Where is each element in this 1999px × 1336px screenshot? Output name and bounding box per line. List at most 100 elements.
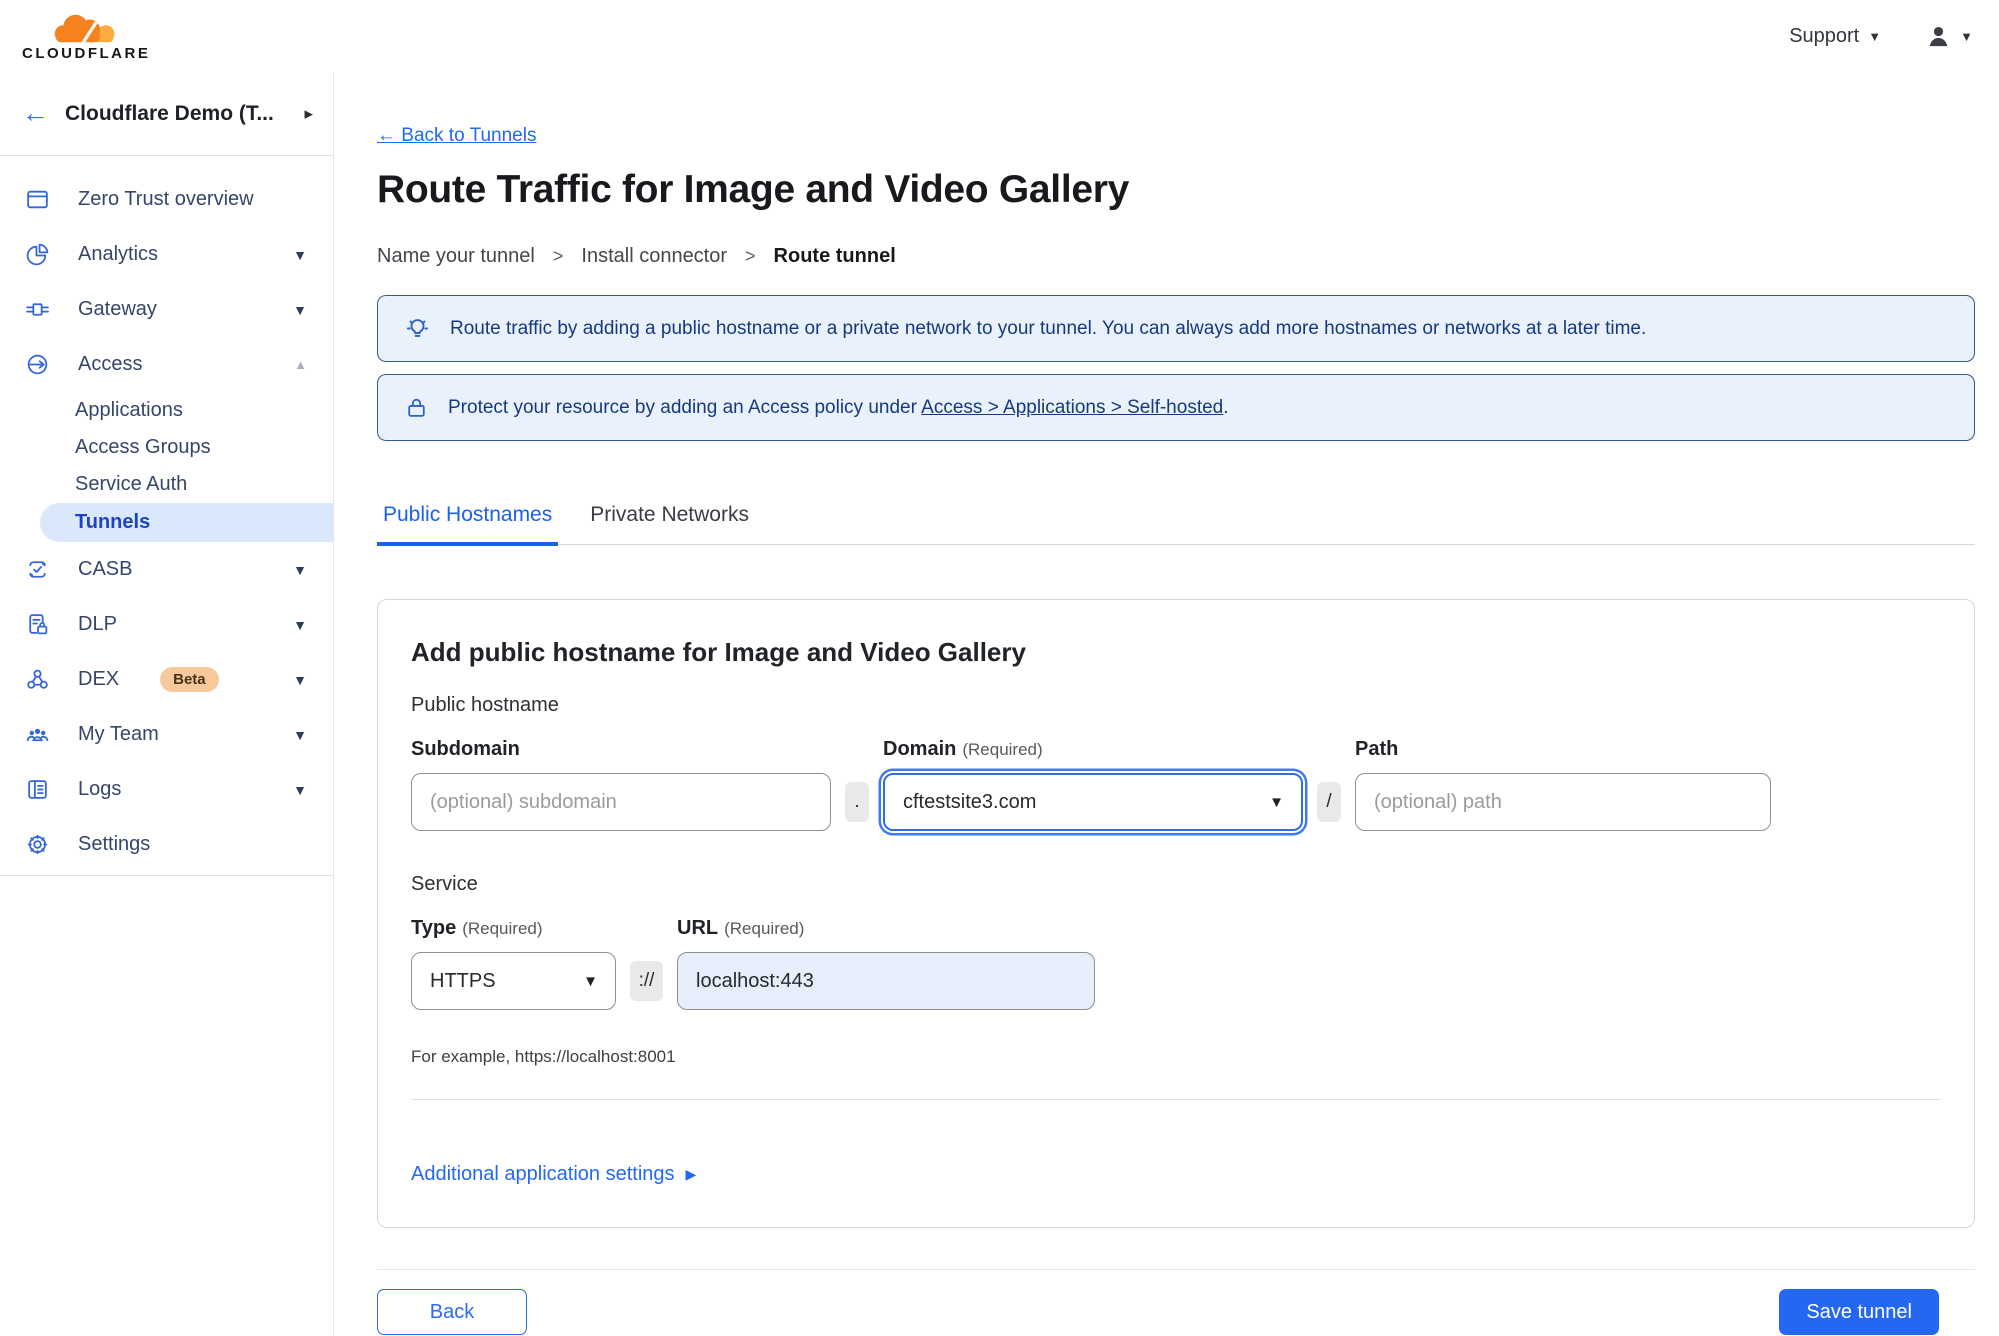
account-menu[interactable]: ▼ [1925, 23, 1973, 50]
sidebar-item-label: CASB [78, 558, 133, 580]
subdomain-input[interactable] [411, 773, 831, 831]
sidebar-item-casb[interactable]: CASB ▼ [0, 542, 333, 597]
path-label: Path [1355, 738, 1399, 760]
sidebar-item-logs[interactable]: Logs ▼ [0, 762, 333, 817]
casb-check-loop-icon [24, 556, 51, 583]
sidebar-subitem-label: Access Groups [75, 436, 211, 458]
chevron-down-icon: ▼ [1960, 28, 1973, 44]
service-label: Service [411, 873, 478, 895]
chevron-down-icon: ▼ [293, 671, 307, 688]
public-hostname-label: Public hostname [411, 694, 559, 716]
window-icon [24, 186, 51, 213]
type-label-text: Type [411, 917, 457, 939]
page-title: Route Traffic for Image and Video Galler… [377, 168, 1130, 211]
chevron-right-icon[interactable]: ▸ [304, 104, 313, 124]
domain-label-text: Domain [883, 738, 957, 760]
sidebar-item-analytics[interactable]: Analytics ▼ [0, 227, 333, 282]
back-to-tunnels-link[interactable]: ← Back to Tunnels [377, 125, 536, 147]
sidebar-item-label: Gateway [78, 298, 157, 320]
sidebar-item-dlp[interactable]: DLP ▼ [0, 597, 333, 652]
dot-separator: . [845, 782, 869, 822]
tip-banner: Route traffic by adding a public hostnam… [377, 295, 1975, 362]
sidebar-account-header: ← Cloudflare Demo (T... ▸ [0, 72, 333, 156]
breadcrumb-step-name-tunnel[interactable]: Name your tunnel [377, 245, 535, 268]
cloudflare-logo: CLOUDFLARE [22, 11, 150, 62]
sidebar-item-label: My Team [78, 723, 159, 745]
sidebar-item-label: Zero Trust overview [78, 188, 254, 210]
tab-bar: Public Hostnames Private Networks [377, 503, 1975, 546]
user-icon [1929, 26, 1948, 46]
sidebar-item-label: DEX [78, 668, 120, 690]
chevron-down-icon: ▼ [583, 972, 598, 990]
lock-icon [408, 398, 425, 417]
chevron-down-icon: ▼ [293, 246, 307, 263]
support-menu[interactable]: Support ▼ [1789, 25, 1881, 48]
type-label: Type (Required) [411, 917, 616, 940]
back-button[interactable]: Back [377, 1289, 527, 1335]
breadcrumb-step-install-connector[interactable]: Install connector [581, 245, 727, 268]
chevron-down-icon: ▼ [293, 616, 307, 633]
access-applications-self-hosted-link[interactable]: Access > Applications > Self-hosted [921, 397, 1223, 418]
domain-select[interactable]: cftestsite3.com ▼ [883, 773, 1303, 831]
required-hint: (Required) [724, 919, 805, 938]
breadcrumb-separator: > [552, 246, 564, 266]
logs-icon [24, 776, 51, 803]
tab-public-hostnames[interactable]: Public Hostnames [377, 503, 559, 546]
url-input[interactable] [677, 952, 1095, 1010]
sidebar-item-service-auth[interactable]: Service Auth [0, 466, 333, 503]
main-content: ← Back to Tunnels Route Traffic for Imag… [334, 72, 1999, 1336]
sidebar-item-label: DLP [78, 613, 117, 635]
sidebar-item-applications[interactable]: Applications [0, 392, 333, 429]
additional-settings-toggle[interactable]: Additional application settings ▶ [411, 1163, 696, 1186]
sidebar-item-my-team[interactable]: My Team ▼ [0, 707, 333, 762]
chevron-down-icon: ▼ [1269, 793, 1284, 811]
access-policy-banner: Protect your resource by adding an Acces… [377, 374, 1975, 441]
slash-separator: / [1317, 782, 1341, 822]
sidebar-nav: Zero Trust overview Analytics ▼ Gateway … [0, 156, 333, 872]
sidebar-item-tunnels[interactable]: Tunnels [40, 503, 333, 542]
sidebar-item-zero-trust-overview[interactable]: Zero Trust overview [0, 172, 333, 227]
lightbulb-icon [406, 319, 429, 337]
chevron-down-icon: ▼ [293, 726, 307, 743]
domain-label: Domain (Required) [883, 738, 1303, 761]
sidebar-item-label: Analytics [78, 243, 159, 265]
service-type-value: HTTPS [430, 969, 496, 992]
domain-select-value: cftestsite3.com [903, 790, 1037, 813]
gateway-icon [24, 296, 51, 323]
top-header: CLOUDFLARE Support ▼ ▼ [0, 0, 1999, 72]
sidebar: ← Cloudflare Demo (T... ▸ Zero Trust ove… [0, 72, 334, 1336]
chevron-down-icon: ▼ [293, 301, 307, 318]
access-icon [24, 351, 51, 378]
card-divider [411, 1099, 1941, 1100]
subdomain-label: Subdomain [411, 738, 520, 760]
sidebar-item-gateway[interactable]: Gateway ▼ [0, 282, 333, 337]
path-input[interactable] [1355, 773, 1771, 831]
public-hostname-card: Add public hostname for Image and Video … [377, 599, 1975, 1228]
cloudflare-cloud-icon [54, 14, 115, 44]
sidebar-item-settings[interactable]: Settings [0, 817, 333, 872]
chevron-down-icon: ▼ [293, 561, 307, 578]
sidebar-item-label: Access [78, 353, 143, 375]
banner-text-suffix: . [1223, 396, 1229, 418]
footer-actions: Back Save tunnel [377, 1269, 1975, 1335]
tip-banner-text: Route traffic by adding a public hostnam… [450, 317, 1647, 339]
breadcrumb: Name your tunnel > Install connector > R… [377, 245, 1975, 268]
sidebar-item-access[interactable]: Access ▲ [0, 337, 333, 392]
access-policy-banner-text: Protect your resource by adding an Acces… [448, 397, 1229, 419]
breadcrumb-step-route-tunnel: Route tunnel [773, 245, 896, 267]
banner-text-prefix: Protect your resource by adding an Acces… [448, 396, 917, 418]
chevron-up-icon: ▲ [294, 357, 307, 372]
save-tunnel-button[interactable]: Save tunnel [1779, 1289, 1939, 1335]
chevron-right-icon: ▶ [685, 1166, 697, 1182]
account-name[interactable]: Cloudflare Demo (T... [65, 102, 288, 126]
sidebar-item-dex[interactable]: DEX Beta ▼ [0, 652, 333, 707]
url-label-text: URL [677, 917, 719, 939]
additional-settings-label: Additional application settings [411, 1163, 675, 1185]
tab-private-networks[interactable]: Private Networks [584, 503, 755, 544]
card-heading: Add public hostname for Image and Video … [411, 637, 1026, 667]
support-label: Support [1789, 24, 1860, 47]
back-arrow-icon[interactable]: ← [22, 100, 49, 127]
sidebar-item-access-groups[interactable]: Access Groups [0, 429, 333, 466]
service-type-select[interactable]: HTTPS ▼ [411, 952, 616, 1010]
document-lock-icon [24, 611, 51, 638]
